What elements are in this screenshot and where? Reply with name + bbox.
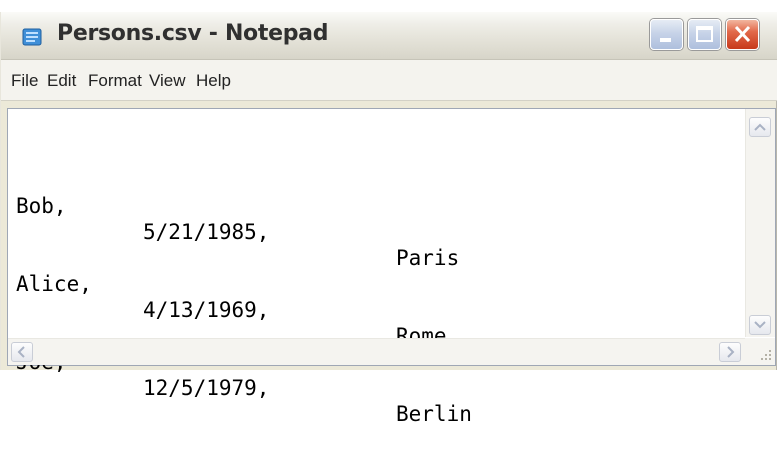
scroll-right-button[interactable]	[719, 342, 741, 362]
minimize-icon	[660, 38, 671, 42]
menu-file[interactable]: File	[11, 71, 38, 91]
document-text[interactable]: Bob, 5/21/1985, Paris Alice, 4/13/1969, …	[16, 115, 740, 426]
text-line: Alice, 4/13/1969, Rome	[16, 245, 740, 348]
date-cell: 4/13/1969,	[143, 298, 270, 322]
resize-grip-icon	[761, 350, 771, 360]
menu-format[interactable]: Format	[88, 71, 142, 91]
chevron-up-icon	[754, 123, 766, 131]
menu-bar: File Edit Format View Help	[1, 60, 777, 101]
chevron-left-icon	[17, 346, 25, 358]
scroll-up-button[interactable]	[749, 117, 771, 137]
horizontal-scrollbar[interactable]	[8, 338, 745, 365]
name-cell: Bob,	[16, 194, 67, 218]
notepad-icon	[22, 28, 42, 46]
vertical-scrollbar[interactable]	[745, 109, 775, 337]
name-cell: Alice,	[16, 272, 92, 296]
close-icon	[734, 25, 751, 43]
maximize-button[interactable]	[688, 19, 721, 50]
scroll-down-button[interactable]	[749, 315, 771, 335]
text-line: Bob, 5/21/1985, Paris	[16, 167, 740, 270]
minimize-button[interactable]	[650, 19, 683, 50]
maximize-icon	[696, 26, 713, 42]
resize-grip[interactable]	[745, 338, 775, 365]
close-button[interactable]	[726, 19, 759, 50]
notepad-window: Persons.csv - Notepad File Edit Format V…	[0, 12, 777, 426]
city-cell: Berlin	[396, 402, 472, 426]
window-title: Persons.csv - Notepad	[57, 21, 329, 46]
text-editor[interactable]: Bob, 5/21/1985, Paris Alice, 4/13/1969, …	[7, 108, 776, 426]
chevron-down-icon	[754, 321, 766, 329]
menu-help[interactable]: Help	[196, 71, 231, 91]
title-bar[interactable]: Persons.csv - Notepad	[1, 12, 777, 60]
scroll-left-button[interactable]	[11, 342, 33, 362]
date-cell: 12/5/1979,	[143, 376, 270, 400]
chevron-right-icon	[727, 346, 735, 358]
menu-edit[interactable]: Edit	[47, 71, 76, 91]
menu-view[interactable]: View	[149, 71, 186, 91]
date-cell: 5/21/1985,	[143, 220, 270, 244]
